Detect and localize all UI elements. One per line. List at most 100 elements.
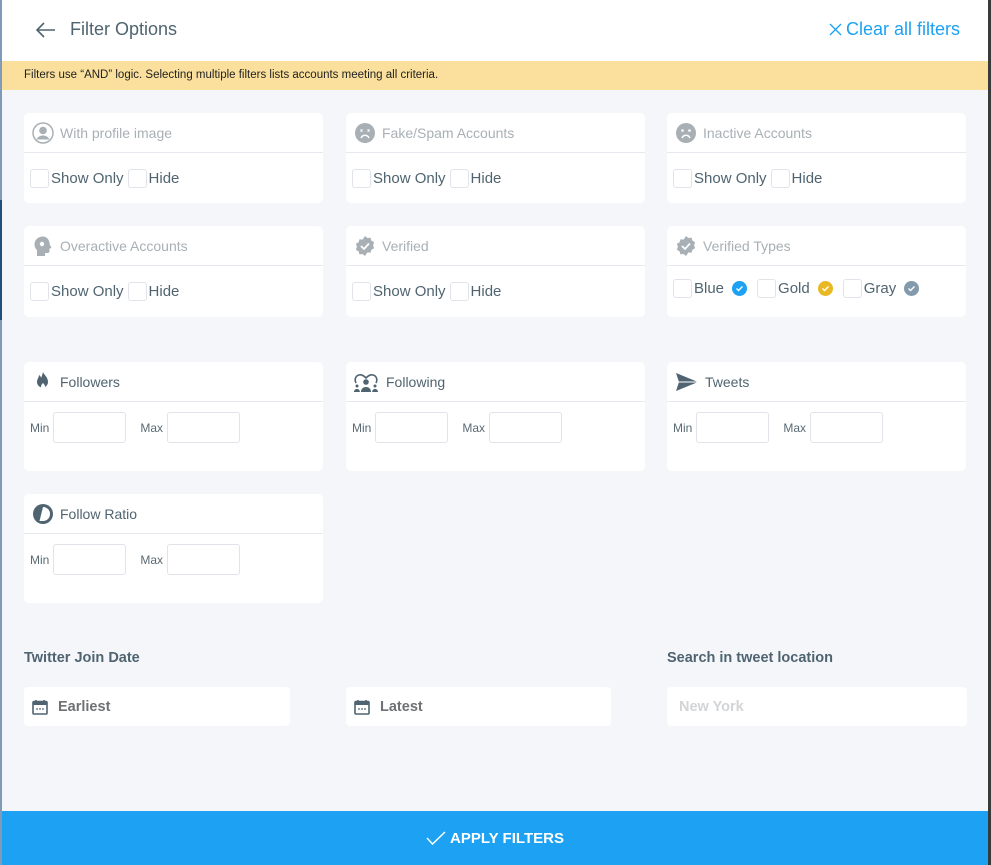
show-only-checkbox[interactable] (673, 168, 692, 188)
followers-min-input[interactable] (53, 412, 127, 443)
latest-date-picker[interactable]: Latest (346, 687, 611, 726)
min-label: Min (352, 420, 372, 435)
filters-content: With profile image Show Only Hide Fake/S… (2, 90, 988, 811)
max-label: Max (140, 420, 164, 435)
overactive-head-icon (34, 236, 52, 256)
and-logic-banner: Filters use “AND” logic. Selecting multi… (2, 61, 988, 90)
followers-max-input[interactable] (167, 412, 241, 443)
filter-label: Followers (60, 373, 120, 390)
filter-label: Follow Ratio (60, 505, 138, 522)
apply-filters-label: APPLY FILTERS (450, 829, 564, 847)
verified-type-blue: Blue (673, 278, 748, 298)
show-only-label: Show Only (51, 282, 124, 300)
hide-label: Hide (148, 169, 180, 187)
range-card-tweets: Tweets Min Max (667, 362, 966, 471)
hide-checkbox[interactable] (449, 168, 469, 188)
verified-badge-icon (355, 235, 375, 256)
verified-type-gray: Gray (842, 278, 920, 298)
filter-card-overactive: Overactive Accounts Show Only Hide (24, 226, 323, 317)
min-label: Min (30, 420, 50, 435)
pie-icon (33, 503, 53, 524)
show-only-checkbox[interactable] (352, 281, 371, 301)
show-only-checkbox[interactable] (30, 281, 49, 301)
following-max-input[interactable] (489, 412, 563, 443)
page-title: Filter Options (70, 19, 178, 39)
fake-spam-icon (355, 122, 375, 143)
follow-ratio-min-input[interactable] (53, 544, 127, 575)
tweets-min-input[interactable] (696, 412, 770, 443)
filter-label: Overactive Accounts (60, 237, 188, 254)
hide-checkbox[interactable] (127, 281, 147, 301)
show-only-label: Show Only (51, 169, 124, 187)
back-button[interactable] (34, 18, 58, 42)
show-only-label: Show Only (694, 169, 767, 187)
calendar-icon (354, 699, 370, 715)
show-only-label: Show Only (373, 169, 446, 187)
gold-label: Gold (778, 279, 810, 297)
gray-check-badge-icon (904, 280, 920, 296)
verified-badge-icon (676, 235, 696, 256)
hide-checkbox[interactable] (449, 281, 469, 301)
filter-label: Tweets (705, 373, 750, 390)
hide-checkbox[interactable] (770, 168, 790, 188)
max-label: Max (140, 552, 164, 567)
inactive-sad-icon (676, 122, 696, 143)
window-left-edge-accent (0, 200, 2, 320)
join-date-title: Twitter Join Date (24, 650, 140, 666)
arrow-left-icon (35, 22, 55, 38)
filter-label: Following (386, 373, 446, 390)
max-label: Max (783, 420, 807, 435)
filter-card-fake-spam: Fake/Spam Accounts Show Only Hide (346, 113, 645, 203)
show-only-label: Show Only (373, 282, 446, 300)
range-card-following: Following Min Max (346, 362, 645, 471)
range-card-followers: Followers Min Max (24, 362, 323, 471)
filter-label: Inactive Accounts (703, 124, 812, 141)
calendar-icon (32, 699, 48, 715)
filter-card-inactive: Inactive Accounts Show Only Hide (667, 113, 966, 203)
range-card-follow-ratio: Follow Ratio Min Max (24, 494, 323, 603)
blue-check-badge-icon (732, 280, 748, 296)
earliest-date-picker[interactable]: Earliest (24, 687, 290, 726)
filter-label: Verified (382, 237, 429, 254)
location-title: Search in tweet location (667, 650, 833, 666)
min-label: Min (30, 552, 50, 567)
filter-card-profile-image: With profile image Show Only Hide (24, 113, 323, 203)
show-only-checkbox[interactable] (352, 168, 371, 188)
hide-label: Hide (470, 169, 502, 187)
filter-label: Verified Types (703, 237, 791, 254)
gray-checkbox[interactable] (842, 278, 862, 298)
clear-all-filters-button[interactable]: Clear all filters (829, 19, 960, 40)
filter-card-verified-types: Verified Types Blue Gold Gray (667, 226, 966, 317)
hide-label: Hide (791, 169, 823, 187)
header: Filter Options Clear all filters (2, 0, 988, 61)
people-icon (354, 373, 378, 392)
following-min-input[interactable] (375, 412, 449, 443)
close-icon (829, 23, 842, 36)
show-only-checkbox[interactable] (30, 168, 49, 188)
hide-label: Hide (470, 282, 502, 300)
window-left-edge (0, 0, 2, 865)
min-label: Min (673, 420, 693, 435)
fire-icon (37, 371, 48, 388)
verified-type-gold: Gold (757, 278, 833, 298)
tweet-location-input[interactable] (667, 687, 967, 726)
gold-checkbox[interactable] (757, 278, 777, 298)
blue-label: Blue (694, 279, 725, 297)
follow-ratio-max-input[interactable] (167, 544, 241, 575)
hide-label: Hide (148, 282, 180, 300)
filter-label: Fake/Spam Accounts (382, 124, 515, 141)
max-label: Max (462, 420, 486, 435)
tweets-max-input[interactable] (810, 412, 884, 443)
filter-label: With profile image (60, 124, 173, 141)
send-icon (676, 372, 698, 391)
gray-label: Gray (863, 279, 897, 297)
checkmark-icon (426, 831, 446, 845)
profile-image-icon (32, 121, 54, 144)
blue-checkbox[interactable] (673, 278, 692, 298)
clear-all-filters-label: Clear all filters (845, 19, 960, 39)
apply-filters-button[interactable]: APPLY FILTERS (2, 811, 988, 865)
filter-card-verified: Verified Show Only Hide (346, 226, 645, 317)
latest-label: Latest (380, 698, 423, 715)
hide-checkbox[interactable] (127, 168, 147, 188)
gold-check-badge-icon (817, 280, 833, 296)
